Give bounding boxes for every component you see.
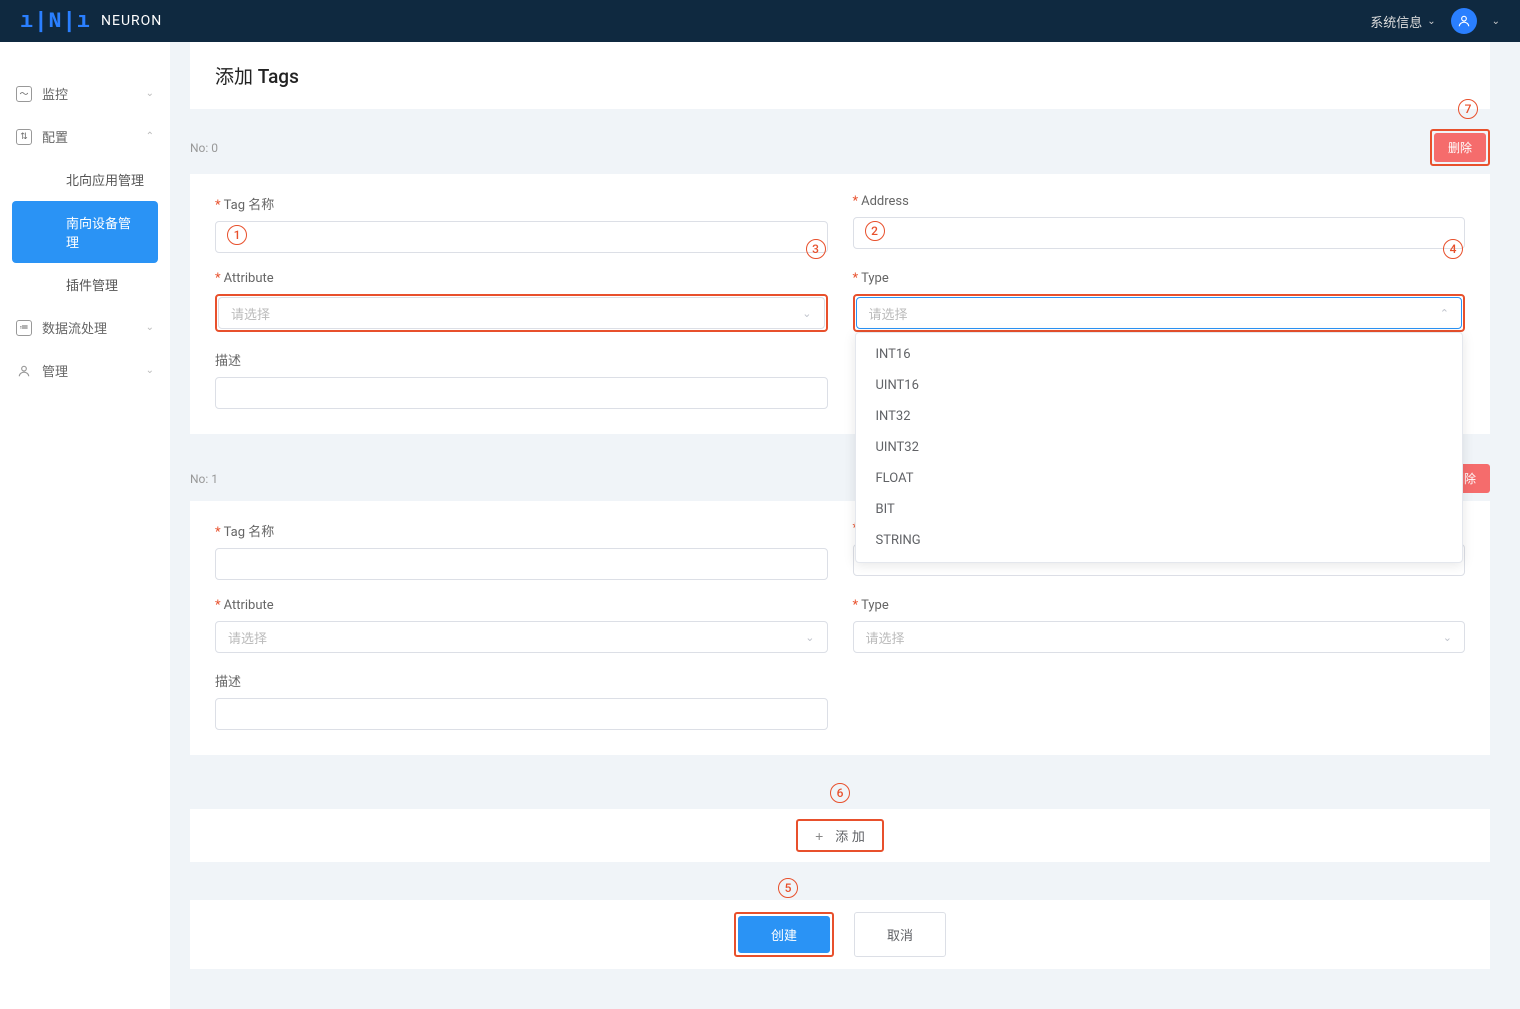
chevron-down-icon: ⌄	[1443, 631, 1452, 644]
chevron-down-icon: ⌄	[146, 88, 154, 99]
plus-icon: +	[815, 828, 823, 844]
tag-row-header-0: No: 0 7 删除	[190, 129, 1490, 166]
page-title: 添加 Tags	[190, 42, 1490, 109]
sidebar-item-config[interactable]: ⇅ 配置 ⌃	[0, 115, 170, 158]
create-button[interactable]: 创建	[738, 916, 830, 953]
system-info-dropdown[interactable]: 系统信息 ⌄	[1370, 12, 1435, 31]
field-address: *Address 2	[853, 194, 1466, 253]
type-option[interactable]: STRING	[856, 525, 1463, 556]
brand-logo: ı|N|ı NEURON	[20, 9, 162, 34]
field-attribute: *Attribute 请选择 ⌄	[215, 598, 828, 653]
tag-name-input[interactable]	[215, 221, 828, 253]
callout-6: 6	[830, 783, 850, 803]
sidebar: 〜 监控 ⌄ ⇅ 配置 ⌃ 北向应用管理 南向设备管理 插件管理 ≔ 数据流处理…	[0, 42, 170, 1009]
field-type: *Type 4 请选择 ⌃ INT16 UINT16 INT32 UINT32 …	[853, 271, 1466, 332]
type-option[interactable]: UINT16	[856, 370, 1463, 401]
type-option[interactable]: INT32	[856, 401, 1463, 432]
brand-text: NEURON	[101, 13, 162, 29]
add-button[interactable]: + 添 加	[800, 823, 880, 848]
attribute-select[interactable]: 请选择 ⌄	[215, 621, 828, 653]
main-content: 添加 Tags No: 0 7 删除 *Tag 名称 1	[170, 42, 1520, 1009]
callout-3: 3	[806, 239, 826, 259]
user-icon	[1457, 14, 1471, 28]
type-select[interactable]: 请选择 ⌄	[853, 621, 1466, 653]
callout-7: 7	[1458, 99, 1478, 119]
sliders-icon: ⇅	[16, 129, 32, 145]
cancel-button[interactable]: 取消	[854, 912, 946, 957]
tag-name-input[interactable]	[215, 548, 828, 580]
user-avatar[interactable]	[1451, 8, 1477, 34]
chevron-up-icon: ⌃	[146, 131, 154, 142]
callout-box-7: 删除	[1430, 129, 1490, 166]
callout-4: 4	[1443, 239, 1463, 259]
logo-icon: ı|N|ı	[20, 9, 91, 34]
sidebar-item-manage[interactable]: 管理 ⌄	[0, 349, 170, 392]
field-tag-name: *Tag 名称	[215, 521, 828, 580]
attribute-select[interactable]: 请选择 ⌄	[218, 297, 825, 329]
add-tag-bar: + 添 加	[190, 809, 1490, 862]
sidebar-item-north-app[interactable]: 北向应用管理	[0, 158, 170, 201]
chevron-down-icon: ⌄	[805, 631, 814, 644]
callout-box-4: 请选择 ⌃ INT16 UINT16 INT32 UINT32 FLOAT BI…	[853, 294, 1466, 332]
row-number: No: 0	[190, 141, 218, 155]
address-input[interactable]	[853, 217, 1466, 249]
type-option[interactable]: FLOAT	[856, 463, 1463, 494]
callout-box-6: + 添 加	[796, 819, 884, 852]
footer-actions: 创建 取消	[190, 900, 1490, 969]
header-right: 系统信息 ⌄ ⌄	[1370, 8, 1500, 34]
row-number: No: 1	[190, 472, 218, 486]
description-input[interactable]	[215, 377, 828, 409]
callout-box-5: 创建	[734, 912, 834, 957]
chevron-down-icon: ⌄	[802, 307, 811, 320]
chart-icon: 〜	[16, 86, 32, 102]
chevron-down-icon: ⌄	[1427, 16, 1435, 27]
field-type: *Type 请选择 ⌄	[853, 598, 1466, 653]
field-description: 描述	[215, 350, 828, 409]
sidebar-item-dataflow[interactable]: ≔ 数据流处理 ⌄	[0, 306, 170, 349]
field-attribute: *Attribute 3 请选择 ⌄	[215, 271, 828, 332]
app-header: ı|N|ı NEURON 系统信息 ⌄ ⌄	[0, 0, 1520, 42]
chevron-down-icon[interactable]: ⌄	[1492, 16, 1500, 27]
sidebar-item-monitor[interactable]: 〜 监控 ⌄	[0, 72, 170, 115]
sidebar-item-south-device[interactable]: 南向设备管理	[12, 201, 158, 263]
callout-box-3: 请选择 ⌄	[215, 294, 828, 332]
type-select[interactable]: 请选择 ⌃ INT16 UINT16 INT32 UINT32 FLOAT BI…	[856, 297, 1463, 329]
chevron-down-icon: ⌄	[146, 365, 154, 376]
callout-1: 1	[227, 225, 247, 245]
callout-2: 2	[865, 221, 885, 241]
tag-card-0: *Tag 名称 1 *Address 2 *Attribute 3	[190, 174, 1490, 434]
flow-icon: ≔	[16, 320, 32, 336]
delete-button[interactable]: 删除	[1434, 133, 1486, 162]
field-description: 描述	[215, 671, 828, 730]
sidebar-item-plugin[interactable]: 插件管理	[0, 263, 170, 306]
type-option[interactable]: UINT32	[856, 432, 1463, 463]
callout-5: 5	[778, 878, 798, 898]
description-input[interactable]	[215, 698, 828, 730]
chevron-up-icon: ⌃	[1440, 307, 1449, 320]
field-tag-name: *Tag 名称 1	[215, 194, 828, 253]
type-dropdown-panel: INT16 UINT16 INT32 UINT32 FLOAT BIT STRI…	[855, 332, 1464, 563]
chevron-down-icon: ⌄	[146, 322, 154, 333]
type-option[interactable]: BIT	[856, 494, 1463, 525]
user-icon	[16, 363, 32, 379]
type-option[interactable]: INT16	[856, 339, 1463, 370]
